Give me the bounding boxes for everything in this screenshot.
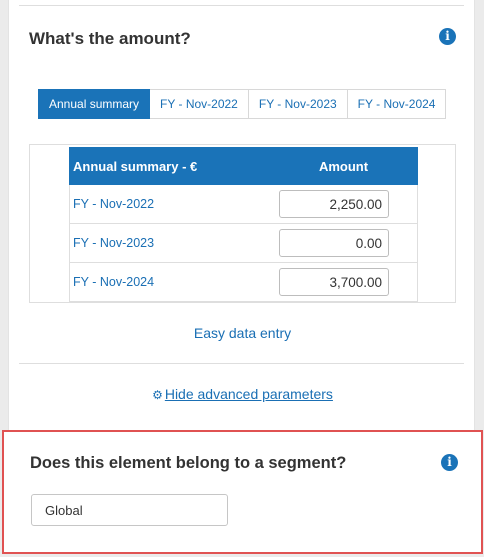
divider xyxy=(19,5,464,6)
amount-input[interactable] xyxy=(279,268,389,296)
tab-fy-nov-2022[interactable]: FY - Nov-2022 xyxy=(150,89,249,119)
gear-icon: ⚙ xyxy=(152,388,163,402)
hide-advanced-label: Hide advanced parameters xyxy=(164,386,333,402)
row-label: FY - Nov-2023 xyxy=(73,236,155,250)
segment-input[interactable] xyxy=(31,494,228,526)
row-label: FY - Nov-2022 xyxy=(73,197,155,211)
table-row: FY - Nov-2024 xyxy=(69,263,418,302)
hide-advanced-parameters-link[interactable]: ⚙ Hide advanced parameters xyxy=(9,386,476,402)
column-header-amount: Amount xyxy=(318,158,369,174)
tab-annual-summary[interactable]: Annual summary xyxy=(38,89,151,119)
segment-section: Does this element belong to a segment? i xyxy=(2,430,483,554)
info-icon[interactable]: i xyxy=(441,454,458,471)
amount-input[interactable] xyxy=(279,190,389,218)
amount-table-container: Annual summary - € Amount FY - Nov-2022 … xyxy=(29,144,456,303)
segment-section-title: Does this element belong to a segment? xyxy=(30,454,347,472)
easy-data-entry-link[interactable]: Easy data entry xyxy=(9,325,476,341)
row-label: FY - Nov-2024 xyxy=(73,275,155,289)
table-row: FY - Nov-2022 xyxy=(69,185,418,224)
amount-section-title: What's the amount? xyxy=(29,29,191,48)
amount-panel: What's the amount? i Annual summary FY -… xyxy=(8,0,475,430)
tab-fy-nov-2024[interactable]: FY - Nov-2024 xyxy=(347,89,447,119)
divider xyxy=(19,363,464,364)
column-header-period: Annual summary - € xyxy=(73,158,198,174)
tab-fy-nov-2023[interactable]: FY - Nov-2023 xyxy=(248,89,348,119)
amount-input[interactable] xyxy=(279,229,389,257)
period-tabs: Annual summary FY - Nov-2022 FY - Nov-20… xyxy=(38,89,447,119)
table-header: Annual summary - € Amount xyxy=(69,147,418,185)
amount-table: Annual summary - € Amount FY - Nov-2022 … xyxy=(69,147,418,302)
table-row: FY - Nov-2023 xyxy=(69,224,418,263)
info-icon[interactable]: i xyxy=(439,28,456,45)
